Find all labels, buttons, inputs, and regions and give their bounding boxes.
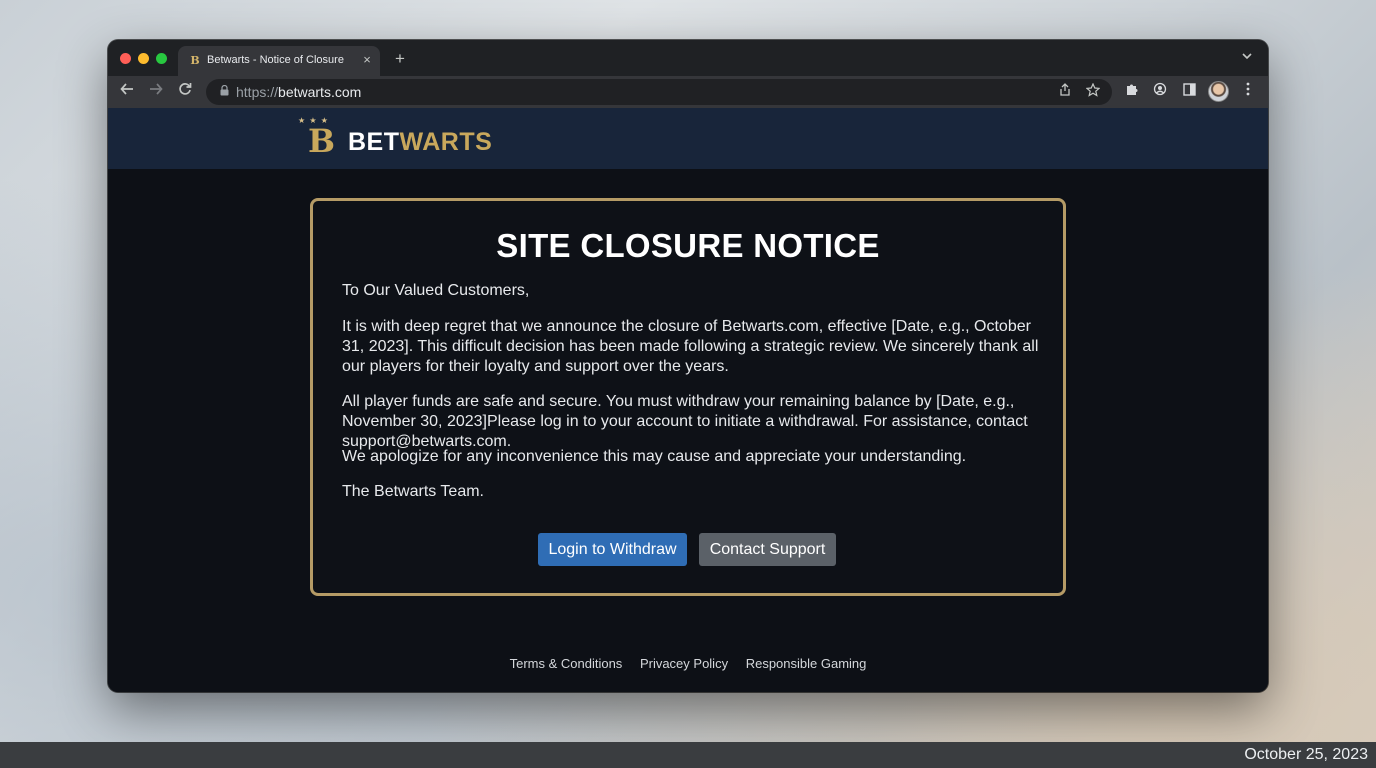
browser-toolbar: https://betwarts.com bbox=[108, 76, 1268, 108]
taskbar: October 25, 2023 bbox=[0, 742, 1376, 768]
address-bar[interactable]: https://betwarts.com bbox=[206, 79, 1112, 105]
new-tab-button[interactable]: + bbox=[390, 49, 410, 69]
contact-support-button[interactable]: Contact Support bbox=[699, 533, 836, 566]
forward-arrow-icon[interactable] bbox=[145, 81, 167, 103]
browser-window: B Betwarts - Notice of Closure × + https… bbox=[108, 40, 1268, 692]
signoff-text: The Betwarts Team. bbox=[342, 483, 484, 500]
kebab-menu-icon[interactable] bbox=[1238, 82, 1258, 102]
logo-mark: B bbox=[308, 122, 336, 160]
minimize-window-button[interactable] bbox=[138, 53, 149, 64]
maximize-window-button[interactable] bbox=[156, 53, 167, 64]
url-scheme: https:// bbox=[236, 84, 279, 100]
betwarts-logo[interactable]: ★ ★ ★ B BETWARTS bbox=[298, 116, 498, 162]
footer-links: Terms & Conditions Privacey Policy Respo… bbox=[108, 656, 1268, 671]
withdrawal-info-text: All player funds are safe and secure. Yo… bbox=[342, 393, 1028, 450]
logo-bet: BET bbox=[348, 128, 400, 156]
responsible-gaming-link[interactable]: Responsible Gaming bbox=[746, 656, 867, 671]
logo-wordmark: BETWARTS bbox=[348, 127, 492, 157]
lock-icon[interactable] bbox=[217, 84, 231, 99]
tab-search-icon[interactable] bbox=[1238, 50, 1256, 68]
url-host: betwarts.com bbox=[278, 84, 362, 100]
star-icon[interactable] bbox=[1084, 82, 1102, 101]
taskbar-date[interactable]: October 25, 2023 bbox=[1244, 746, 1368, 764]
logo-warts: WARTS bbox=[399, 128, 493, 156]
url-text[interactable]: https://betwarts.com bbox=[236, 84, 361, 100]
closure-announcement-text: It is with deep regret that we announce … bbox=[342, 318, 1039, 375]
greeting-text: To Our Valued Customers, bbox=[342, 282, 530, 299]
closure-notice-card: SITE CLOSURE NOTICE To Our Valued Custom… bbox=[310, 198, 1066, 596]
close-tab-icon[interactable]: × bbox=[359, 52, 375, 68]
reload-icon[interactable] bbox=[174, 81, 196, 103]
favicon-icon: B bbox=[190, 54, 200, 67]
avatar[interactable] bbox=[1208, 81, 1229, 102]
active-tab[interactable]: B Betwarts - Notice of Closure × bbox=[178, 46, 380, 76]
side-panel-icon[interactable] bbox=[1179, 82, 1199, 102]
close-window-button[interactable] bbox=[120, 53, 131, 64]
site-header: ★ ★ ★ B BETWARTS bbox=[108, 108, 1268, 169]
extension-icon[interactable] bbox=[1150, 82, 1170, 102]
web-page: ★ ★ ★ B BETWARTS SITE CLOSURE NOTICE To … bbox=[108, 108, 1268, 692]
notice-title: SITE CLOSURE NOTICE bbox=[496, 227, 880, 264]
terms-link[interactable]: Terms & Conditions bbox=[510, 656, 623, 671]
privacy-link[interactable]: Privacey Policy bbox=[640, 656, 728, 671]
apology-text: We apologize for any inconvenience this … bbox=[342, 448, 967, 465]
back-arrow-icon[interactable] bbox=[116, 81, 138, 103]
share-icon[interactable] bbox=[1056, 83, 1074, 101]
tab-bar: B Betwarts - Notice of Closure × + bbox=[108, 40, 1268, 76]
tab-title: Betwarts - Notice of Closure bbox=[207, 54, 344, 66]
login-to-withdraw-button[interactable]: Login to Withdraw bbox=[538, 533, 687, 566]
puzzle-icon[interactable] bbox=[1122, 82, 1142, 102]
